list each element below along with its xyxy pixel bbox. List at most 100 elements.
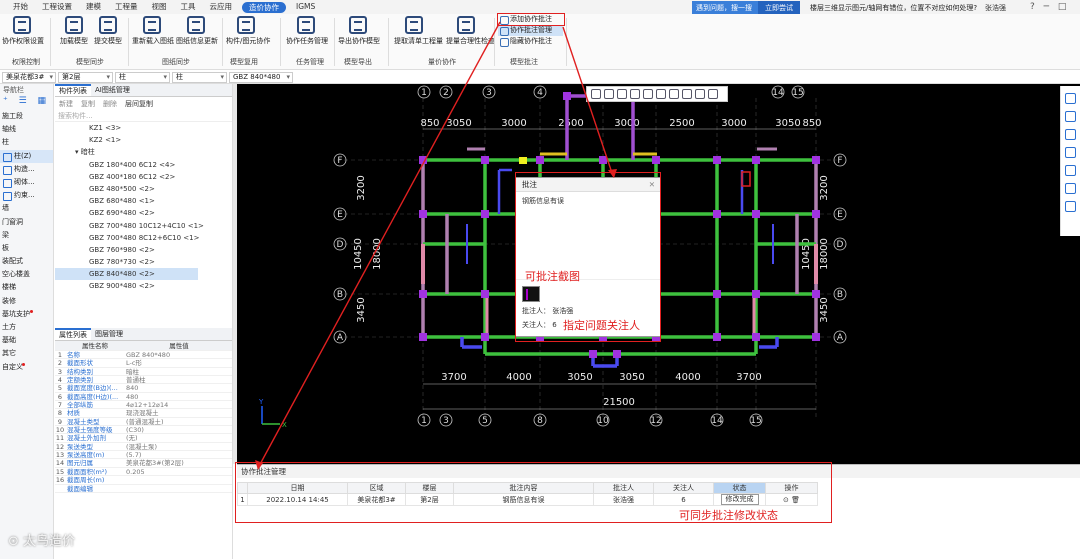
camera-icon[interactable] — [643, 89, 653, 99]
collab-permission-button[interactable]: 协作权限设置 — [2, 16, 44, 46]
category-select[interactable]: 柱 — [115, 72, 170, 83]
window-controls[interactable]: ? ─ □ ✕ — [1030, 1, 1080, 25]
layers-icon[interactable] — [669, 89, 679, 99]
copy-button[interactable]: 复制 — [81, 97, 95, 111]
project-select[interactable]: 美泉花都3# — [2, 72, 56, 83]
delete-button[interactable]: 删除 — [103, 97, 117, 111]
menu-cost-collab[interactable]: 造价协作 — [242, 1, 286, 13]
property-row[interactable]: 3 结构类别 暗柱 — [55, 368, 232, 377]
nav-item[interactable]: 施工段 — [0, 110, 53, 123]
property-row[interactable]: 2 截面形状 L-c形 — [55, 359, 232, 368]
component-select[interactable]: GBZ 840*480 — [229, 72, 293, 83]
menu-modeling[interactable]: 建模 — [79, 0, 108, 14]
hide-annotation-checkbox[interactable]: 隐藏协作批注 — [498, 36, 563, 47]
box-icon[interactable] — [1065, 111, 1076, 122]
menu-project-settings[interactable]: 工程设置 — [35, 0, 79, 14]
nav-item[interactable]: 空心楼盖 — [0, 268, 53, 281]
3d-icon[interactable] — [1065, 201, 1076, 212]
property-row[interactable]: 1 名称 GBZ 840*480 — [55, 351, 232, 360]
user-icon[interactable] — [591, 89, 601, 99]
list-item[interactable]: GBZ 900*480 <2> — [55, 280, 232, 292]
property-row[interactable]: 4 定额类别 普通柱 — [55, 376, 232, 385]
nav-item[interactable]: 门窗洞 — [0, 216, 53, 229]
image-icon[interactable] — [656, 89, 666, 99]
fit-icon[interactable] — [1065, 165, 1076, 176]
list-item-selected[interactable]: GBZ 840*480 <2> — [55, 268, 198, 281]
grid-icon[interactable] — [695, 89, 705, 99]
nav-item-column[interactable]: 柱(Z) — [0, 149, 53, 163]
tab-property-list[interactable]: 属性列表 — [55, 328, 91, 340]
property-row[interactable]: 12 泵送类型 (混凝土泵) — [55, 443, 232, 452]
nav-item[interactable]: 土方 — [0, 321, 53, 334]
nav-item[interactable]: 轴线 — [0, 123, 53, 136]
nav-item[interactable]: 板 — [0, 242, 53, 255]
nav-item[interactable]: 砌体... — [0, 176, 53, 189]
screenshot-icon[interactable] — [617, 89, 627, 99]
export-model-button[interactable]: 导出协作模型 — [338, 16, 380, 46]
nav-item[interactable]: 装修 — [0, 295, 53, 308]
extract-quantity-button[interactable]: 提取清单工程量 — [394, 16, 443, 46]
nav-item[interactable]: 基础 — [0, 334, 53, 347]
nav-item[interactable]: 其它 — [0, 347, 53, 360]
close-icon[interactable] — [708, 89, 718, 99]
property-row[interactable]: 13 泵送高度(m) (5.7) — [55, 451, 232, 460]
tree-icon[interactable] — [682, 89, 692, 99]
property-row[interactable]: 5 截面宽度(B边)(... 840 — [55, 384, 232, 393]
list-item[interactable]: KZ2 <1> — [55, 134, 232, 146]
nav-item[interactable]: 装配式 — [0, 255, 53, 268]
list-item[interactable]: GBZ 690*480 <2> — [55, 207, 232, 219]
property-row[interactable]: 14 图元归属 美泉花都3#(第2层) — [55, 459, 232, 468]
edit-icon[interactable] — [630, 89, 640, 99]
nav-item[interactable]: 基坑支护 — [0, 308, 53, 321]
component-search-input[interactable]: 搜索构件... — [55, 111, 232, 122]
reload-drawing-button[interactable]: 重新载入图纸 — [132, 16, 174, 46]
nav-item[interactable]: 墙 — [0, 202, 53, 215]
component-collab-button[interactable]: 构件/图元协作 — [226, 16, 270, 46]
user-name[interactable]: 张浩强 — [985, 2, 1023, 14]
tree-group[interactable]: ▾ 暗柱 — [55, 146, 232, 158]
nav-item[interactable]: 梁 — [0, 229, 53, 242]
tab-layer-manage[interactable]: 图层管理 — [91, 328, 127, 340]
menu-quantity[interactable]: 工程量 — [108, 0, 145, 14]
list-item[interactable]: GBZ 180*400 6C12 <4> — [55, 159, 232, 171]
list-item[interactable]: GBZ 400*180 6C12 <2> — [55, 171, 232, 183]
manage-annotation-button[interactable]: 协作批注管理 — [498, 25, 563, 36]
nav-item[interactable]: 柱 — [0, 136, 53, 149]
menu-start[interactable]: 开始 — [6, 0, 35, 14]
subcategory-select[interactable]: 柱 — [172, 72, 227, 83]
orbit-icon[interactable] — [1065, 93, 1076, 104]
nav-item[interactable]: 楼梯 — [0, 281, 53, 294]
list-item[interactable]: GBZ 780*730 <2> — [55, 256, 232, 268]
tab-component-list[interactable]: 构件列表 — [55, 84, 91, 96]
quantity-check-button[interactable]: 提量合理性检查 — [446, 16, 495, 46]
menu-tools[interactable]: 工具 — [174, 0, 203, 14]
submit-model-button[interactable]: 提交模型 — [88, 16, 128, 46]
new-button[interactable]: 新建 — [59, 97, 73, 111]
property-row[interactable]: 11 混凝土外加剂 (无) — [55, 434, 232, 443]
drawing-update-button[interactable]: 图纸信息更新 — [176, 16, 218, 46]
property-row[interactable]: 7 全部纵筋 4⌀12+12⌀14 — [55, 401, 232, 410]
floor-select[interactable]: 第2层 — [58, 72, 113, 83]
menu-view[interactable]: 视图 — [145, 0, 174, 14]
property-row[interactable]: 16 截面周长(m) — [55, 476, 232, 485]
property-row[interactable]: 8 材质 现浇混凝土 — [55, 409, 232, 418]
zoom-icon[interactable] — [1065, 183, 1076, 194]
nav-item[interactable]: 构造... — [0, 163, 53, 176]
list-item[interactable]: GBZ 700*480 8C12+6C10 <1> — [55, 232, 232, 244]
property-row[interactable]: 9 混凝土类型 (普通混凝土) — [55, 418, 232, 427]
list-item[interactable]: KZ1 <3> — [55, 122, 232, 134]
property-row[interactable]: 10 混凝土强度等级 (C30) — [55, 426, 232, 435]
floor-copy-button[interactable]: 层间复制 — [125, 97, 153, 111]
copy-icon[interactable] — [604, 89, 614, 99]
property-row[interactable]: 截面编辑 — [55, 485, 232, 493]
list-item[interactable]: GBZ 760*980 <2> — [55, 244, 232, 256]
top-view-icon[interactable] — [1065, 129, 1076, 140]
nav-view-icons[interactable]: ⁺ ☰ ▦ — [0, 96, 53, 110]
cube-icon[interactable] — [1065, 147, 1076, 158]
nav-item[interactable]: 自定义 — [0, 361, 53, 374]
tab-ai-drawing[interactable]: AI图纸管理 — [91, 84, 134, 96]
list-item[interactable]: GBZ 680*480 <1> — [55, 195, 232, 207]
task-manage-button[interactable]: 协作任务管理 — [286, 16, 328, 46]
property-row[interactable]: 15 截面面积(m²) 0.205 — [55, 468, 232, 477]
list-item[interactable]: GBZ 480*500 <2> — [55, 183, 232, 195]
